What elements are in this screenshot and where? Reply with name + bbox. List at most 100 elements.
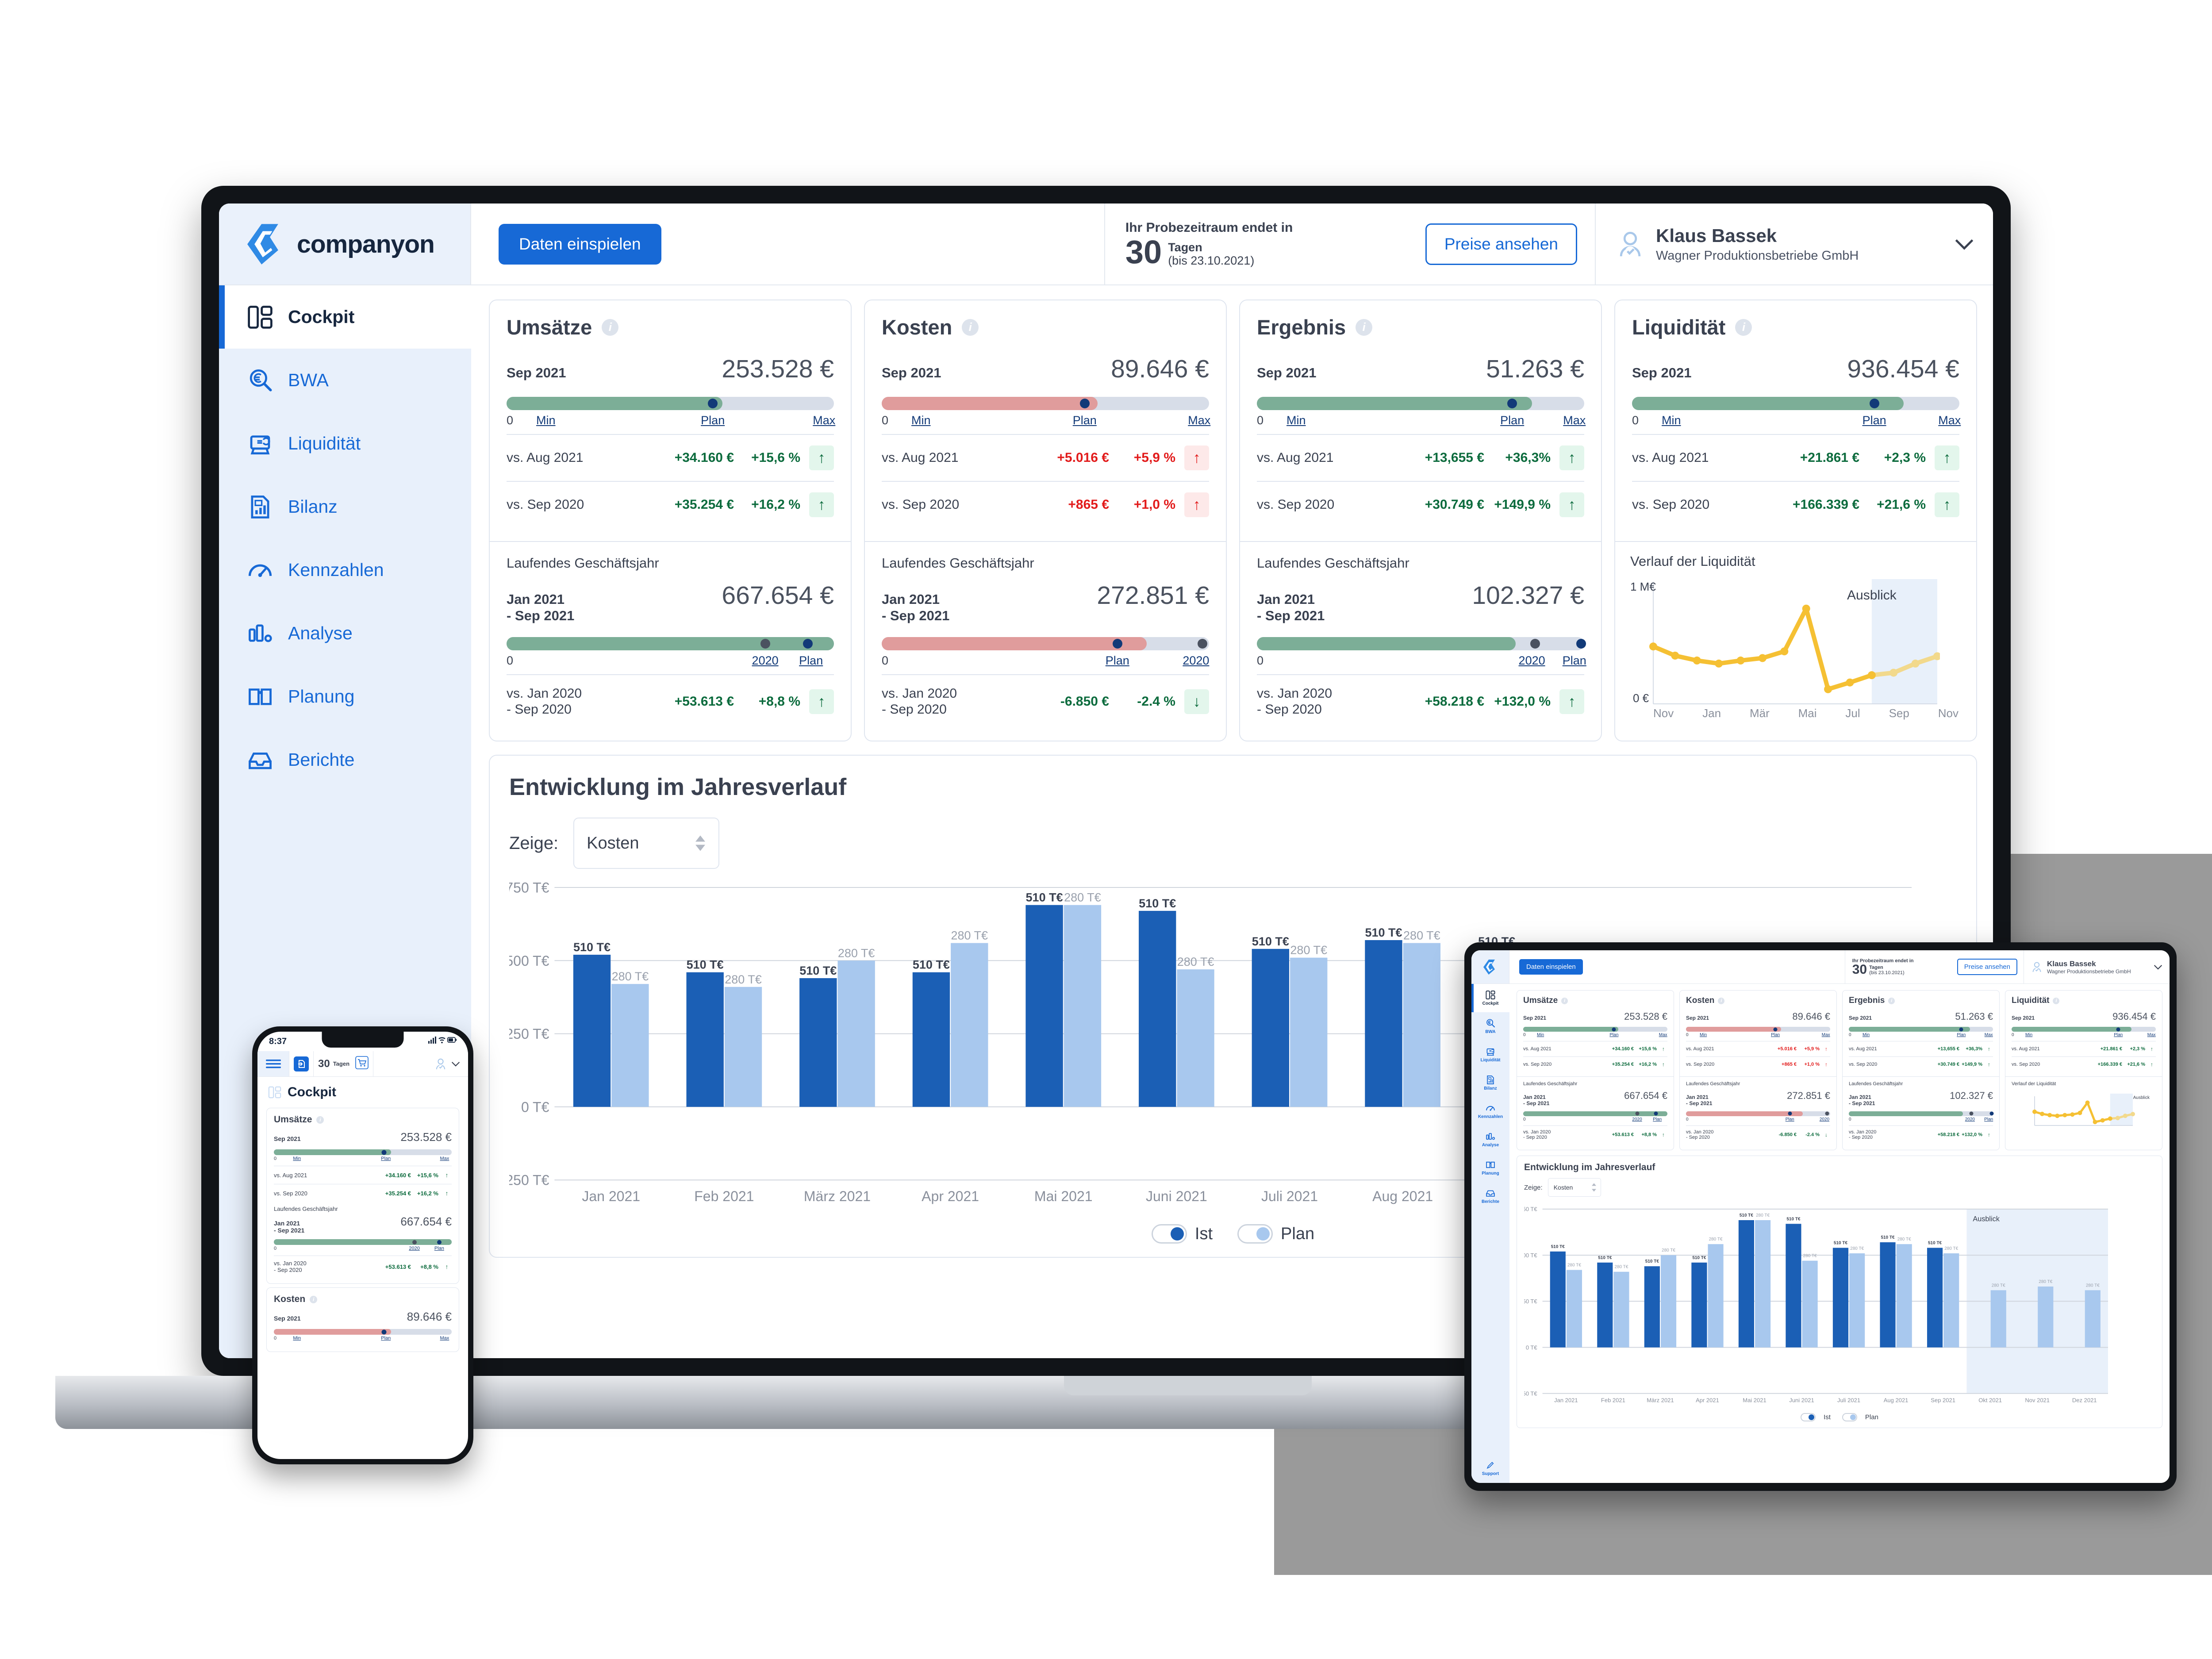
- sidebar-item-liquiditat[interactable]: Liquidität: [219, 412, 471, 475]
- scale-label[interactable]: Max: [1659, 1033, 1667, 1037]
- info-icon[interactable]: i: [1356, 319, 1373, 336]
- toggle-switch[interactable]: [1237, 1224, 1273, 1244]
- scale-label[interactable]: Max: [1938, 414, 1961, 427]
- sidebar-item-kennzahlen[interactable]: Kennzahlen: [1471, 1097, 1509, 1125]
- svg-text:510 T€: 510 T€: [913, 958, 950, 972]
- info-icon[interactable]: i: [310, 1295, 318, 1303]
- scale-label[interactable]: Plan: [1106, 654, 1129, 668]
- scale-label[interactable]: Max: [813, 414, 835, 427]
- scale-label[interactable]: Max: [1563, 414, 1586, 427]
- sidebar-item-bilanz[interactable]: Bilanz: [219, 475, 471, 538]
- legend-toggle-plan[interactable]: Plan: [1842, 1413, 1878, 1421]
- bar-marker-plan: [381, 1329, 387, 1335]
- scale-label[interactable]: Min: [1662, 414, 1681, 427]
- scale-label[interactable]: Plan: [434, 1246, 444, 1251]
- toggle-switch[interactable]: [1842, 1413, 1857, 1421]
- scale-label[interactable]: Plan: [1863, 414, 1886, 427]
- scale-label[interactable]: Min: [293, 1336, 301, 1341]
- scale-label[interactable]: Min: [1537, 1033, 1544, 1037]
- scale-label[interactable]: Plan: [2114, 1033, 2123, 1037]
- scale-label[interactable]: Plan: [1073, 414, 1097, 427]
- sidebar-item-bilanz[interactable]: Bilanz: [1471, 1069, 1509, 1097]
- comparison-row: vs. Sep 2020 +166.339 € +21,6 % ↑: [1632, 481, 1959, 528]
- scale-label[interactable]: Plan: [1500, 414, 1524, 427]
- legend-toggle-plan[interactable]: Plan: [1237, 1224, 1314, 1244]
- phone-import-button[interactable]: [289, 1051, 314, 1076]
- sidebar-item-support[interactable]: Support: [1471, 1455, 1509, 1483]
- sidebar-item-kennzahlen[interactable]: Kennzahlen: [219, 538, 471, 602]
- sidebar-item-berichte[interactable]: Berichte: [219, 728, 471, 791]
- sidebar-item-analyse[interactable]: Analyse: [219, 602, 471, 665]
- scale-label[interactable]: Max: [440, 1336, 449, 1341]
- toggle-switch[interactable]: [1151, 1224, 1187, 1244]
- scale-label[interactable]: Max: [1188, 414, 1210, 427]
- scale-label[interactable]: Min: [2025, 1033, 2032, 1037]
- info-icon[interactable]: i: [962, 319, 979, 336]
- scale-label[interactable]: Plan: [1786, 1117, 1794, 1122]
- scale-label[interactable]: Plan: [1609, 1033, 1618, 1037]
- sidebar-item-cockpit[interactable]: Cockpit: [219, 285, 471, 349]
- sidebar-item-planung[interactable]: Planung: [219, 665, 471, 728]
- import-data-button[interactable]: Daten einspielen: [499, 223, 661, 265]
- info-icon[interactable]: i: [1735, 319, 1752, 336]
- scale-label[interactable]: 2020: [1965, 1117, 1975, 1122]
- info-icon[interactable]: i: [1561, 997, 1568, 1004]
- comparison-row: vs. Jan 2020 - Sep 2020 +58.218 € +132,0 %…: [1849, 1125, 1993, 1144]
- scale-label[interactable]: Min: [911, 414, 931, 427]
- phone-user-menu[interactable]: [373, 1051, 468, 1076]
- scale-label[interactable]: 2020: [1632, 1117, 1642, 1122]
- sidebar-item-bwa[interactable]: BWA: [1471, 1012, 1509, 1041]
- legend-toggle-ist[interactable]: Ist: [1151, 1224, 1213, 1244]
- scale-label[interactable]: Max: [1985, 1033, 1993, 1037]
- toggle-switch[interactable]: [1801, 1413, 1816, 1421]
- scale-label[interactable]: Max: [2147, 1033, 2156, 1037]
- scale-label[interactable]: Max: [440, 1156, 449, 1161]
- sidebar-item-analyse[interactable]: Analyse: [1471, 1125, 1509, 1154]
- scale-label[interactable]: 2020: [1519, 654, 1545, 668]
- comparison-percent: -2.4 %: [1137, 694, 1175, 709]
- scale-label[interactable]: Min: [1863, 1033, 1870, 1037]
- sidebar-item-berichte[interactable]: Berichte: [1471, 1182, 1509, 1210]
- scale-label[interactable]: Plan: [799, 654, 823, 668]
- scale-label[interactable]: Min: [536, 414, 556, 427]
- info-icon[interactable]: i: [1888, 997, 1895, 1004]
- scale-label[interactable]: Plan: [1653, 1117, 1662, 1122]
- info-icon[interactable]: i: [316, 1116, 324, 1124]
- tablet-brand[interactable]: [1471, 950, 1509, 983]
- info-icon[interactable]: i: [602, 319, 619, 336]
- phone-cart-button[interactable]: [355, 1056, 369, 1071]
- metric-select[interactable]: Kosten: [1548, 1178, 1601, 1197]
- scale-label[interactable]: Plan: [701, 414, 725, 427]
- view-prices-button[interactable]: Preise ansehen: [1425, 223, 1577, 265]
- scale-label[interactable]: 2020: [409, 1246, 419, 1251]
- scale-label[interactable]: Min: [293, 1156, 301, 1161]
- scale-label[interactable]: Min: [1700, 1033, 1707, 1037]
- scale-label[interactable]: Min: [1286, 414, 1306, 427]
- scale-label[interactable]: 2020: [1183, 654, 1209, 668]
- scale-label[interactable]: Plan: [1957, 1033, 1966, 1037]
- sidebar-item-cockpit[interactable]: Cockpit: [1471, 984, 1509, 1012]
- scale-label[interactable]: Plan: [1771, 1033, 1780, 1037]
- sidebar-item-bwa[interactable]: BWA: [219, 349, 471, 412]
- phone-menu-button[interactable]: [257, 1051, 289, 1076]
- scale-label[interactable]: Max: [1822, 1033, 1830, 1037]
- scale-label[interactable]: Plan: [381, 1336, 391, 1341]
- view-prices-button[interactable]: Preise ansehen: [1957, 959, 2017, 975]
- scale-label[interactable]: Plan: [1563, 654, 1586, 668]
- tablet-user-menu[interactable]: Klaus Bassek Wagner Produktionsbetriebe …: [2024, 950, 2170, 983]
- sidebar-item-planung[interactable]: Planung: [1471, 1154, 1509, 1182]
- user-menu[interactable]: Klaus Bassek Wagner Produktionsbetriebe …: [1595, 204, 1993, 284]
- scale-label[interactable]: Plan: [381, 1156, 391, 1161]
- legend-toggle-ist[interactable]: Ist: [1801, 1413, 1831, 1421]
- svg-text:Juni 2021: Juni 2021: [1789, 1397, 1814, 1403]
- scale-label[interactable]: 2020: [752, 654, 779, 668]
- sidebar-item-liquiditat[interactable]: Liquidität: [1471, 1041, 1509, 1069]
- info-icon[interactable]: i: [2053, 997, 2060, 1004]
- scale-label[interactable]: 2020: [1820, 1117, 1829, 1122]
- import-data-button[interactable]: Daten einspielen: [1519, 959, 1583, 975]
- brand-area[interactable]: companyon: [219, 204, 471, 284]
- tablet-body: Cockpit BWA Liquidität Bilanz Kennzahlen Anal…: [1471, 984, 2170, 1483]
- info-icon[interactable]: i: [1718, 997, 1725, 1004]
- scale-label[interactable]: Plan: [1984, 1117, 1993, 1122]
- metric-select[interactable]: Kosten: [573, 818, 720, 869]
